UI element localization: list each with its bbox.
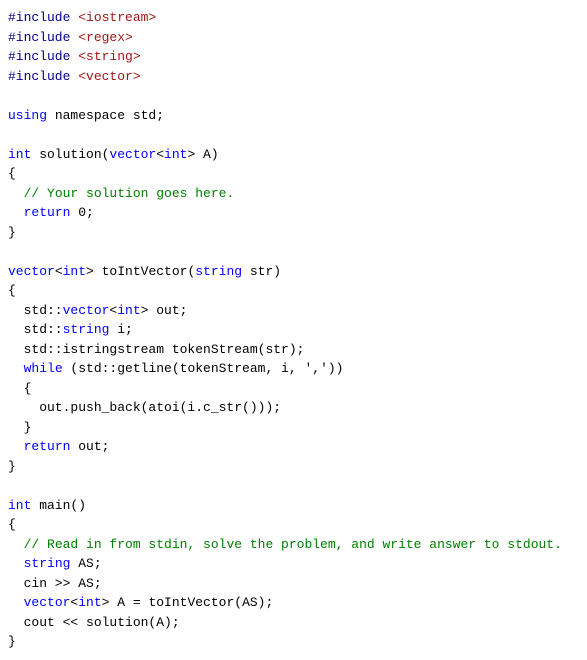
code-token: main() — [31, 498, 86, 513]
code-token — [8, 361, 24, 376]
code-token: i; — [109, 322, 132, 337]
code-line: #include <regex> — [8, 28, 579, 48]
code-line: cin >> AS; — [8, 574, 579, 594]
code-line: // Your solution goes here. — [8, 184, 579, 204]
code-line: string AS; — [8, 554, 579, 574]
code-token: AS; — [70, 556, 101, 571]
code-token: cin >> AS; — [8, 576, 102, 591]
code-line: { — [8, 164, 579, 184]
code-token: vector — [63, 303, 110, 318]
code-line: vector<int> A = toIntVector(AS); — [8, 593, 579, 613]
code-token: // Read in from stdin, solve the problem… — [24, 537, 562, 552]
code-line — [8, 125, 579, 145]
code-token: return — [24, 205, 71, 220]
code-token: int — [78, 595, 101, 610]
code-token: int — [8, 147, 31, 162]
code-token: { — [8, 283, 16, 298]
code-line: out.push_back(atoi(i.c_str())); — [8, 398, 579, 418]
code-token: while — [24, 361, 63, 376]
code-token: string — [24, 556, 71, 571]
code-token — [8, 537, 24, 552]
code-token: cout << solution(A); — [8, 615, 180, 630]
code-line: int solution(vector<int> A) — [8, 145, 579, 165]
code-line: vector<int> toIntVector(string str) — [8, 262, 579, 282]
code-token: > toIntVector( — [86, 264, 195, 279]
code-line: #include <iostream> — [8, 8, 579, 28]
code-token: vector — [109, 147, 156, 162]
code-line: return 0; — [8, 203, 579, 223]
code-line: { — [8, 515, 579, 535]
code-token — [8, 556, 24, 571]
code-token: > out; — [141, 303, 188, 318]
code-token: <iostream> — [78, 10, 156, 25]
code-line: std::string i; — [8, 320, 579, 340]
code-token: } — [8, 459, 16, 474]
code-token: vector — [24, 595, 71, 610]
code-token: string — [195, 264, 242, 279]
code-token: { — [8, 166, 16, 181]
code-token: int — [117, 303, 140, 318]
code-line: } — [8, 223, 579, 243]
code-line: } — [8, 632, 579, 652]
code-token: < — [55, 264, 63, 279]
code-token — [8, 205, 24, 220]
code-token: str) — [242, 264, 281, 279]
code-token — [8, 595, 24, 610]
code-line: // Read in from stdin, solve the problem… — [8, 535, 579, 555]
code-token: // Your solution goes here. — [24, 186, 235, 201]
code-token: using — [8, 108, 47, 123]
code-line — [8, 476, 579, 496]
code-token: > A) — [187, 147, 218, 162]
code-line: std::vector<int> out; — [8, 301, 579, 321]
code-token: std::istringstream tokenStream(str); — [8, 342, 304, 357]
code-token: < — [156, 147, 164, 162]
code-line — [8, 86, 579, 106]
code-token: <string> — [78, 49, 140, 64]
code-editor: #include <iostream>#include <regex>#incl… — [0, 0, 587, 660]
code-token: #include — [8, 10, 78, 25]
code-token: (std::getline(tokenStream, i, ',')) — [63, 361, 344, 376]
code-token: string — [63, 322, 110, 337]
code-token: { — [8, 381, 31, 396]
code-line: { — [8, 379, 579, 399]
code-token: std:: — [8, 303, 63, 318]
code-token: int — [164, 147, 187, 162]
code-line: #include <string> — [8, 47, 579, 67]
code-line: std::istringstream tokenStream(str); — [8, 340, 579, 360]
code-line: } — [8, 418, 579, 438]
code-token: #include — [8, 69, 78, 84]
code-token: return — [24, 439, 71, 454]
code-token: { — [8, 517, 16, 532]
code-token: } — [8, 634, 16, 649]
code-token: #include — [8, 49, 78, 64]
code-token: int — [63, 264, 86, 279]
code-token: > A = toIntVector(AS); — [102, 595, 274, 610]
code-line: } — [8, 457, 579, 477]
code-line: #include <vector> — [8, 67, 579, 87]
code-token: < — [70, 595, 78, 610]
code-token: vector — [8, 264, 55, 279]
code-line — [8, 242, 579, 262]
code-token: out; — [70, 439, 109, 454]
code-line: cout << solution(A); — [8, 613, 579, 633]
code-line: using namespace std; — [8, 106, 579, 126]
code-token: #include — [8, 30, 78, 45]
code-token: } — [8, 420, 31, 435]
code-token: <regex> — [78, 30, 133, 45]
code-token: solution( — [31, 147, 109, 162]
code-token: 0; — [70, 205, 93, 220]
code-line: return out; — [8, 437, 579, 457]
code-token: std:: — [8, 322, 63, 337]
code-line: while (std::getline(tokenStream, i, ',')… — [8, 359, 579, 379]
code-token: out.push_back(atoi(i.c_str())); — [8, 400, 281, 415]
code-token: <vector> — [78, 69, 140, 84]
code-line: { — [8, 281, 579, 301]
code-token — [8, 439, 24, 454]
code-line: int main() — [8, 496, 579, 516]
code-token: } — [8, 225, 16, 240]
code-token: int — [8, 498, 31, 513]
code-token — [8, 186, 24, 201]
code-token: namespace std; — [47, 108, 164, 123]
